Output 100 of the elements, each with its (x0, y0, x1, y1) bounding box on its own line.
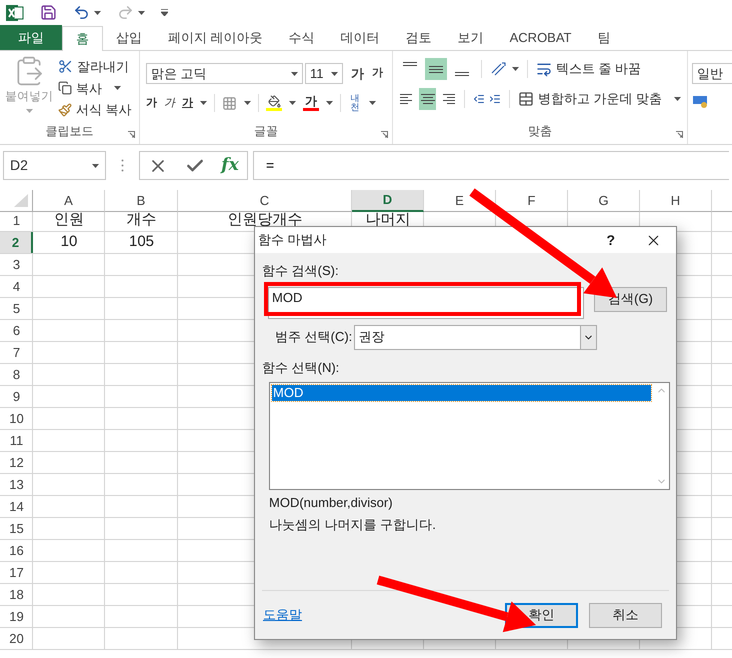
row-header[interactable]: 16 (0, 540, 33, 561)
increase-font-size-button[interactable]: 가 (351, 64, 364, 84)
dropdown-caret-icon (244, 101, 251, 105)
ribbon-tab[interactable]: 홈 (62, 26, 103, 51)
field-label: 함수 선택(N): (262, 358, 340, 377)
dialog-launcher-icon[interactable] (381, 131, 388, 138)
dropdown-caret-icon (94, 10, 101, 14)
ribbon-tab[interactable]: 보기 (444, 25, 497, 50)
save-icon[interactable] (40, 4, 57, 21)
row-header[interactable]: 4 (0, 276, 33, 297)
row-header[interactable]: 19 (0, 606, 33, 627)
file-tab[interactable]: 파일 (0, 25, 62, 50)
ribbon-tab[interactable]: 삽입 (103, 25, 155, 50)
ribbon-tab[interactable]: 데이터 (328, 25, 393, 50)
row-header[interactable]: 2 (0, 232, 33, 253)
formula-input[interactable]: = (253, 151, 729, 180)
font-color-button[interactable]: 가 (303, 95, 319, 111)
align-center-icon (420, 94, 435, 104)
row-header[interactable]: 18 (0, 584, 33, 605)
function-list[interactable]: MOD (269, 382, 670, 490)
vertical-align-button[interactable] (425, 58, 447, 80)
dropdown-caret-icon (200, 101, 207, 105)
name-box[interactable]: D2 (3, 151, 106, 180)
number-format-select[interactable]: 일반 (692, 63, 732, 84)
function-signature: MOD(number,divisor) (269, 494, 394, 512)
ribbon-tab[interactable]: 팀 (584, 25, 624, 50)
format-painter-button[interactable]: 서식 복사 (58, 100, 132, 120)
row-header[interactable]: 12 (0, 452, 33, 473)
copy-button[interactable]: 복사 (58, 78, 132, 98)
ribbon-tab[interactable]: 수식 (276, 25, 328, 50)
undo-icon[interactable] (73, 4, 90, 21)
horizontal-align-button[interactable] (419, 88, 436, 110)
row-header[interactable]: 9 (0, 386, 33, 407)
dropdown-caret-icon (138, 10, 145, 14)
dropdown-caret-icon (326, 101, 333, 105)
font-size-select[interactable]: 11 (305, 63, 343, 84)
bold-button[interactable]: 가 (146, 94, 157, 112)
row-header[interactable]: 6 (0, 320, 33, 341)
dropdown-caret-icon (114, 86, 121, 90)
dropdown-caret-icon (331, 72, 338, 76)
row-header[interactable]: 11 (0, 430, 33, 451)
decrease-font-size-button[interactable]: 가 (372, 65, 383, 82)
drag-handle-icon[interactable] (121, 159, 124, 172)
dropdown-caret-icon (26, 109, 32, 113)
phonetic-button[interactable]: 내천 (348, 94, 362, 112)
row-header[interactable]: 8 (0, 364, 33, 385)
dialog-launcher-icon[interactable] (676, 131, 683, 138)
row-header[interactable]: 1 (0, 210, 33, 231)
row-header[interactable]: 10 (0, 408, 33, 429)
column-header[interactable]: D (352, 190, 424, 212)
group-label: 맞춤 (527, 123, 553, 140)
row-header[interactable]: 15 (0, 518, 33, 539)
italic-button[interactable]: 가 (164, 94, 175, 112)
align-top-icon (403, 62, 417, 66)
function-description: 나눗셈의 나머지를 구합니다. (269, 516, 437, 534)
paintbrush-icon (58, 102, 72, 117)
excel-logo-icon[interactable] (6, 4, 24, 22)
ribbon-tab[interactable]: 검토 (392, 25, 445, 50)
category-select[interactable]: 권장 (354, 324, 598, 350)
ribbon-tab[interactable]: 페이지 레이아웃 (155, 25, 276, 50)
field-label: 범주 선택(C): (275, 328, 352, 346)
row-header[interactable]: 20 (0, 628, 33, 649)
list-item[interactable]: MOD (272, 385, 651, 401)
group-label: 글꼴 (253, 123, 279, 140)
scissors-icon (58, 59, 73, 74)
fill-color-button[interactable] (266, 95, 282, 111)
align-right-icon (441, 94, 456, 104)
font-name-select[interactable]: 맑은 고딕 (146, 63, 303, 84)
row-header[interactable]: 13 (0, 474, 33, 495)
row-header[interactable]: 3 (0, 254, 33, 275)
text-orientation-icon[interactable] (490, 61, 508, 77)
insert-function-button[interactable]: fx (221, 152, 239, 178)
cancel-button[interactable]: 취소 (589, 602, 662, 628)
ribbon-tab[interactable]: ACROBAT (496, 25, 585, 50)
help-link[interactable]: 도움말 (263, 605, 302, 625)
table-cell-text: 인원당개수 (226, 210, 304, 230)
dropdown-caret-icon (291, 72, 298, 76)
currency-icon[interactable] (692, 94, 710, 108)
group-label: 클립보드 (44, 123, 94, 140)
customize-toolbar-icon[interactable] (161, 9, 168, 16)
dropdown-caret-icon (512, 67, 519, 71)
row-header[interactable]: 14 (0, 496, 33, 517)
dropdown-caret-icon (674, 97, 682, 101)
dropdown-caret-icon (369, 101, 376, 105)
table-cell-text: 인원 (53, 210, 85, 230)
wrap-text-button[interactable]: 텍스트 줄 바꿈 (536, 59, 642, 79)
row-header[interactable]: 17 (0, 562, 33, 583)
cut-button[interactable]: 잘라내기 (58, 57, 132, 76)
row-header[interactable]: 5 (0, 298, 33, 319)
dialog-title: 함수 마법사 (258, 231, 328, 250)
help-button[interactable]: ? (606, 230, 615, 250)
row-header[interactable]: 7 (0, 342, 33, 363)
dropdown-caret-icon (92, 164, 99, 168)
underline-button[interactable]: 가 (182, 94, 193, 112)
border-icon[interactable] (222, 96, 237, 110)
merge-center-button[interactable]: 병합하고 가운데 맞춤 (518, 89, 682, 109)
dropdown-button[interactable] (580, 326, 596, 348)
table-cell-text: 개수 (126, 210, 158, 230)
dialog-launcher-icon[interactable] (128, 131, 135, 138)
align-bottom-icon (455, 72, 469, 76)
